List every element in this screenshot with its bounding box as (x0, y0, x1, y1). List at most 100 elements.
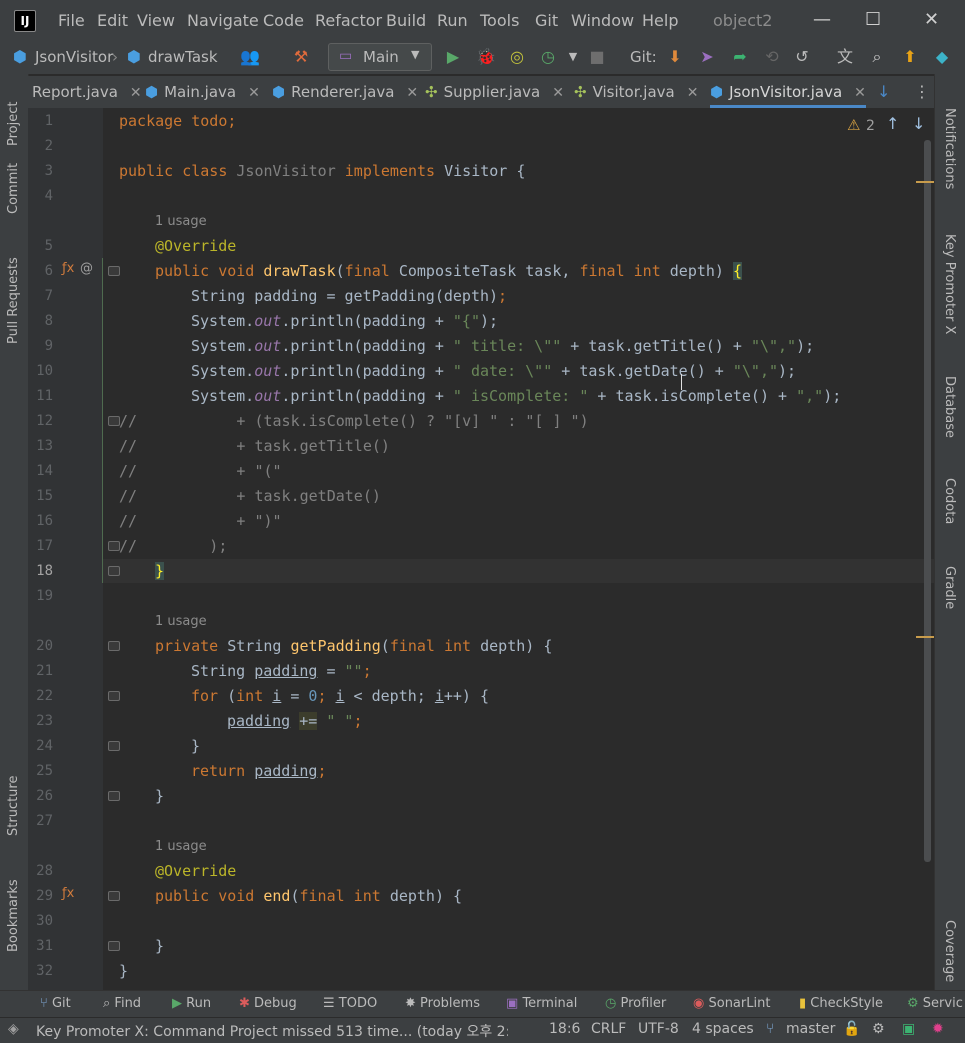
tool-key-promoter[interactable]: Key Promoter X (942, 234, 957, 334)
close-tab-icon[interactable]: ✕ (687, 85, 699, 101)
build-hammer-icon[interactable]: ⚒ (291, 47, 311, 67)
tool-git[interactable]: ⑂ Git (40, 996, 71, 1011)
next-highlight-icon[interactable]: ↓ (912, 114, 925, 133)
close-tab-icon[interactable]: ✕ (130, 85, 142, 101)
git-commit-icon[interactable]: ➤ (697, 47, 717, 67)
menu-help[interactable]: Help (642, 11, 678, 30)
close-tab-icon[interactable]: ✕ (552, 85, 564, 101)
tool-problems[interactable]: ✸ Problems (405, 996, 480, 1011)
tool-terminal[interactable]: ▣ Terminal (506, 996, 577, 1011)
annotation-icon[interactable]: @ (80, 261, 93, 276)
menu-edit[interactable]: Edit (97, 11, 128, 30)
tool-codota[interactable]: Codota (942, 478, 957, 524)
menu-tools[interactable]: Tools (480, 11, 519, 30)
menu-navigate[interactable]: Navigate (187, 11, 259, 30)
tool-find[interactable]: ⌕ Find (103, 996, 141, 1011)
minimize-icon[interactable]: — (813, 9, 831, 30)
warning-icon[interactable]: ⚠ (847, 116, 860, 134)
fold-marker[interactable] (108, 266, 120, 276)
tool-commit[interactable]: Commit (6, 163, 21, 214)
layers-icon[interactable]: ◈ (8, 1021, 19, 1037)
menu-file[interactable]: File (58, 11, 85, 30)
search-icon[interactable]: ⌕ (867, 47, 887, 67)
caret-position[interactable]: 18:6 (549, 1021, 580, 1037)
close-tab-icon[interactable]: ✕ (406, 85, 418, 101)
menu-view[interactable]: View (137, 11, 175, 30)
tool-sonarlint[interactable]: ◉ SonarLint (693, 996, 770, 1011)
fold-marker[interactable] (108, 641, 120, 651)
tool-services[interactable]: ⚙ Servic (907, 996, 963, 1011)
file-encoding[interactable]: UTF-8 (638, 1021, 679, 1037)
tab-visitor[interactable]: ✣ Visitor.java ✕ (574, 76, 698, 108)
debug-icon[interactable]: 🐞 (476, 47, 496, 67)
tool-coverage[interactable]: Coverage (942, 920, 957, 982)
fold-marker[interactable] (108, 691, 120, 701)
tool-gradle[interactable]: Gradle (942, 566, 957, 609)
usage-hint[interactable]: 1 usage (155, 614, 207, 629)
tool-debug[interactable]: ✱ Debug (239, 996, 297, 1011)
arrow-down-icon[interactable]: ↓ (877, 82, 890, 101)
menu-refactor[interactable]: Refactor (315, 11, 382, 30)
previous-highlight-icon[interactable]: ↑ (886, 114, 899, 133)
tab-report[interactable]: Report.java ✕ (32, 76, 142, 108)
tool-structure[interactable]: Structure (6, 776, 21, 836)
history-icon[interactable]: ⟲ (762, 47, 782, 67)
tool-todo[interactable]: ☰ TODO (323, 996, 377, 1011)
tool-profiler[interactable]: ◷ Profiler (605, 996, 666, 1011)
tool-pull-requests[interactable]: Pull Requests (6, 257, 21, 344)
menu-window[interactable]: Window (571, 11, 634, 30)
user-icon[interactable]: 👥 (240, 47, 260, 67)
warning-count[interactable]: 2 (866, 118, 875, 134)
implementation-icon[interactable]: ƒx (62, 261, 74, 276)
tool-project[interactable]: Project (6, 102, 21, 146)
warning-marker[interactable] (916, 181, 934, 183)
tool-checkstyle[interactable]: ▮ CheckStyle (799, 996, 883, 1011)
indent-setting[interactable]: 4 spaces (692, 1021, 754, 1037)
usage-hint[interactable]: 1 usage (155, 214, 207, 229)
profile-icon[interactable]: ◷ (538, 47, 558, 67)
more-run-chevron-icon[interactable]: ▼ (563, 47, 583, 67)
git-update-icon[interactable]: ⬇ (665, 47, 685, 67)
close-tab-icon[interactable]: ✕ (854, 85, 866, 101)
stop-icon[interactable]: ■ (587, 47, 607, 67)
run-icon[interactable]: ▶ (443, 47, 463, 67)
tool-database[interactable]: Database (942, 376, 957, 438)
fold-marker[interactable] (108, 566, 120, 576)
menu-code[interactable]: Code (263, 11, 304, 30)
fold-marker[interactable] (108, 741, 120, 751)
translate-icon[interactable]: 文 (835, 47, 855, 67)
fold-marker[interactable] (108, 891, 120, 901)
tab-renderer[interactable]: ⬢ Renderer.java ✕ (272, 76, 418, 108)
coverage-run-icon[interactable]: ◎ (507, 47, 527, 67)
tool-bookmarks[interactable]: Bookmarks (6, 879, 21, 952)
status-message[interactable]: Key Promoter X: Command Project missed 5… (36, 1021, 508, 1041)
git-push-icon[interactable]: ➦ (730, 47, 750, 67)
fold-marker[interactable] (108, 941, 120, 951)
tool-notifications[interactable]: Notifications (942, 108, 957, 189)
codota-icon[interactable]: ▣ (902, 1021, 915, 1037)
intellij-logo-icon[interactable]: IJ (14, 10, 36, 32)
tool-run[interactable]: ▶ Run (172, 996, 211, 1011)
menu-build[interactable]: Build (386, 11, 426, 30)
close-icon[interactable]: ✕ (924, 9, 939, 30)
lock-icon[interactable]: 🔓 (843, 1021, 860, 1037)
breadcrumb-class[interactable]: JsonVisitor (35, 48, 113, 66)
jetbrains-toolbox-icon[interactable]: ◆ (932, 47, 952, 67)
menu-git[interactable]: Git (535, 11, 558, 30)
line-separator[interactable]: CRLF (591, 1021, 626, 1037)
usage-hint[interactable]: 1 usage (155, 839, 207, 854)
maximize-icon[interactable]: ☐ (865, 9, 881, 30)
menu-run[interactable]: Run (437, 11, 468, 30)
warning-marker[interactable] (916, 636, 934, 638)
editor-scrollbar[interactable] (924, 140, 931, 862)
implementation-icon[interactable]: ƒx (62, 886, 74, 901)
fold-marker[interactable] (108, 791, 120, 801)
tab-supplier[interactable]: ✣ Supplier.java ✕ (425, 76, 564, 108)
run-configuration-select[interactable]: ▭ Main ▼ (328, 43, 432, 71)
more-options-icon[interactable]: ⋮ (914, 82, 930, 101)
tab-main[interactable]: ⬢ Main.java ✕ (145, 76, 260, 108)
breadcrumb-method[interactable]: drawTask (148, 48, 218, 66)
memory-indicator-icon[interactable]: ✹ (932, 1021, 944, 1037)
rollback-icon[interactable]: ↺ (792, 47, 812, 67)
close-tab-icon[interactable]: ✕ (248, 85, 260, 101)
